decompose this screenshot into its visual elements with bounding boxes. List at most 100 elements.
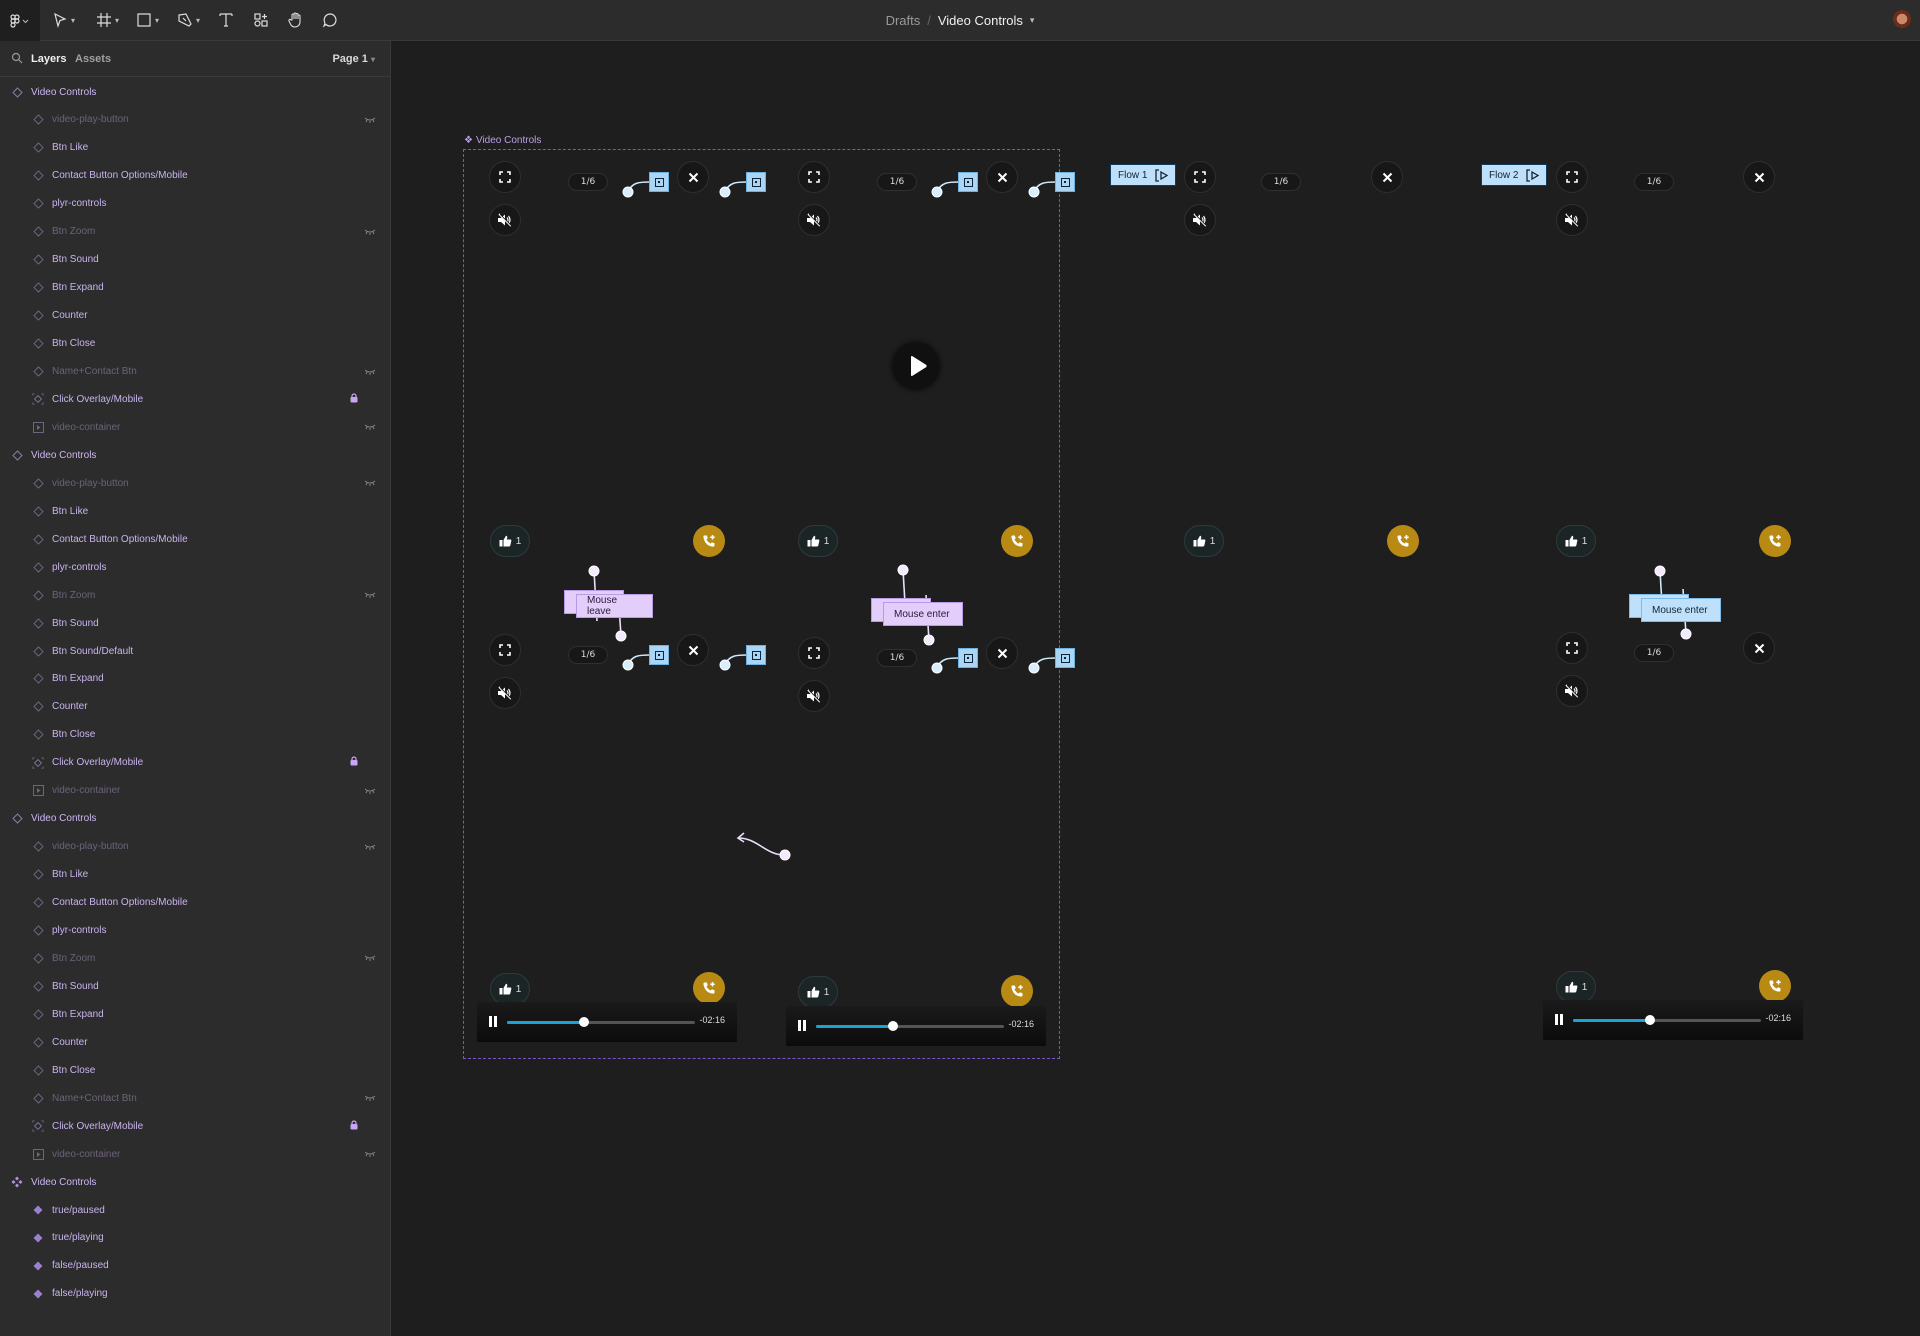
- hidden-eye-icon[interactable]: [364, 115, 376, 125]
- layer-row[interactable]: Name+Contact Btn: [0, 358, 390, 386]
- layer-row[interactable]: Contact Button Options/Mobile: [0, 889, 390, 917]
- layer-row[interactable]: plyr-controls: [0, 917, 390, 945]
- layer-row[interactable]: Contact Button Options/Mobile: [0, 162, 390, 190]
- expand-button[interactable]: [1556, 161, 1588, 193]
- hidden-eye-icon[interactable]: [364, 227, 376, 237]
- sound-button[interactable]: [798, 204, 830, 236]
- layer-row[interactable]: Btn Like: [0, 497, 390, 525]
- layer-row[interactable]: video-container: [0, 1140, 390, 1168]
- like-button[interactable]: 1: [490, 973, 530, 1005]
- close-button[interactable]: [677, 634, 709, 666]
- close-button[interactable]: [1371, 161, 1403, 193]
- close-overlay-action[interactable]: [958, 648, 978, 668]
- sound-button[interactable]: [798, 680, 830, 712]
- layer-row[interactable]: Btn Sound/Default: [0, 637, 390, 665]
- close-overlay-action[interactable]: [1055, 648, 1075, 668]
- layer-row[interactable]: Btn Close: [0, 330, 390, 358]
- progress-thumb[interactable]: [579, 1017, 590, 1027]
- expand-button[interactable]: [489, 161, 521, 193]
- layer-row[interactable]: Btn Zoom: [0, 944, 390, 972]
- like-button[interactable]: 1: [490, 525, 530, 557]
- flow-start-1[interactable]: Flow 1: [1110, 164, 1177, 186]
- close-overlay-action[interactable]: [746, 172, 766, 192]
- close-overlay-action[interactable]: [1055, 172, 1075, 192]
- user-avatar[interactable]: [1892, 10, 1912, 30]
- progress-thumb[interactable]: [888, 1021, 899, 1031]
- close-button[interactable]: [986, 161, 1018, 193]
- sound-button[interactable]: [489, 677, 521, 709]
- layer-row[interactable]: plyr-controls: [0, 190, 390, 218]
- like-button[interactable]: 1: [1556, 971, 1596, 1003]
- search-icon[interactable]: [11, 52, 23, 64]
- layer-row-group[interactable]: Video Controls: [0, 1168, 390, 1196]
- contact-call-button[interactable]: [1759, 525, 1791, 557]
- close-overlay-action[interactable]: [649, 172, 669, 192]
- file-title[interactable]: Video Controls: [938, 13, 1023, 28]
- layer-row[interactable]: true/playing: [0, 1224, 390, 1252]
- layer-row[interactable]: Contact Button Options/Mobile: [0, 525, 390, 553]
- interaction-trigger[interactable]: Mouse enter: [1641, 598, 1721, 622]
- layer-row[interactable]: Btn Like: [0, 861, 390, 889]
- layer-row[interactable]: Btn Sound: [0, 609, 390, 637]
- layer-row[interactable]: Btn Sound: [0, 246, 390, 274]
- expand-button[interactable]: [1556, 632, 1588, 664]
- expand-button[interactable]: [1184, 161, 1216, 193]
- contact-call-button[interactable]: [1387, 525, 1419, 557]
- layer-row[interactable]: Btn Zoom: [0, 581, 390, 609]
- hidden-eye-icon[interactable]: [364, 953, 376, 963]
- contact-call-button[interactable]: [1759, 970, 1791, 1002]
- like-button[interactable]: 1: [1184, 525, 1224, 557]
- lock-icon[interactable]: [350, 756, 358, 769]
- contact-call-button[interactable]: [693, 525, 725, 557]
- expand-button[interactable]: [489, 634, 521, 666]
- close-overlay-action[interactable]: [958, 172, 978, 192]
- layer-row[interactable]: Click Overlay/Mobile: [0, 749, 390, 777]
- lock-icon[interactable]: [350, 1120, 358, 1133]
- sound-button[interactable]: [1184, 204, 1216, 236]
- close-button[interactable]: [1743, 632, 1775, 664]
- lock-icon[interactable]: [350, 393, 358, 406]
- layer-row[interactable]: Btn Expand: [0, 665, 390, 693]
- pause-icon[interactable]: [798, 1020, 806, 1031]
- layer-row[interactable]: video-play-button: [0, 469, 390, 497]
- layer-row[interactable]: plyr-controls: [0, 553, 390, 581]
- layer-row[interactable]: false/paused: [0, 1252, 390, 1280]
- progress-slider[interactable]: [816, 1021, 1004, 1031]
- expand-button[interactable]: [798, 161, 830, 193]
- plyr-controls[interactable]: -02:16: [1543, 1000, 1803, 1040]
- video-play-button[interactable]: [893, 343, 939, 389]
- layer-row[interactable]: Btn Sound: [0, 972, 390, 1000]
- layer-row-group[interactable]: Video Controls: [0, 805, 390, 833]
- layer-row[interactable]: video-container: [0, 413, 390, 441]
- layer-row[interactable]: Counter: [0, 302, 390, 330]
- close-button[interactable]: [1743, 161, 1775, 193]
- like-button[interactable]: 1: [798, 525, 838, 557]
- progress-slider[interactable]: [507, 1017, 695, 1027]
- pause-icon[interactable]: [1555, 1014, 1563, 1025]
- hidden-eye-icon[interactable]: [364, 842, 376, 852]
- contact-call-button[interactable]: [1001, 525, 1033, 557]
- layer-row[interactable]: Btn Like: [0, 134, 390, 162]
- close-button[interactable]: [677, 161, 709, 193]
- layer-row-group[interactable]: Video Controls: [0, 441, 390, 469]
- hidden-eye-icon[interactable]: [364, 367, 376, 377]
- layer-row[interactable]: Btn Close: [0, 721, 390, 749]
- hidden-eye-icon[interactable]: [364, 1093, 376, 1103]
- layer-row[interactable]: video-play-button: [0, 106, 390, 134]
- progress-thumb[interactable]: [1645, 1015, 1656, 1025]
- expand-button[interactable]: [798, 637, 830, 669]
- sound-button[interactable]: [1556, 204, 1588, 236]
- layer-row[interactable]: Counter: [0, 1028, 390, 1056]
- connection-handle[interactable]: [1680, 628, 1692, 640]
- page-selector[interactable]: Page 1 ▾: [332, 53, 375, 65]
- chevron-down-icon[interactable]: ▾: [1030, 15, 1035, 26]
- close-overlay-action[interactable]: [746, 645, 766, 665]
- contact-call-button[interactable]: [693, 972, 725, 1004]
- component-set-label[interactable]: ❖ Video Controls: [464, 135, 541, 146]
- layer-row[interactable]: Click Overlay/Mobile: [0, 385, 390, 413]
- layer-row[interactable]: video-play-button: [0, 833, 390, 861]
- like-button[interactable]: 1: [1556, 525, 1596, 557]
- sound-button[interactable]: [1556, 675, 1588, 707]
- plyr-controls[interactable]: -02:16: [477, 1002, 737, 1042]
- sound-button[interactable]: [489, 204, 521, 236]
